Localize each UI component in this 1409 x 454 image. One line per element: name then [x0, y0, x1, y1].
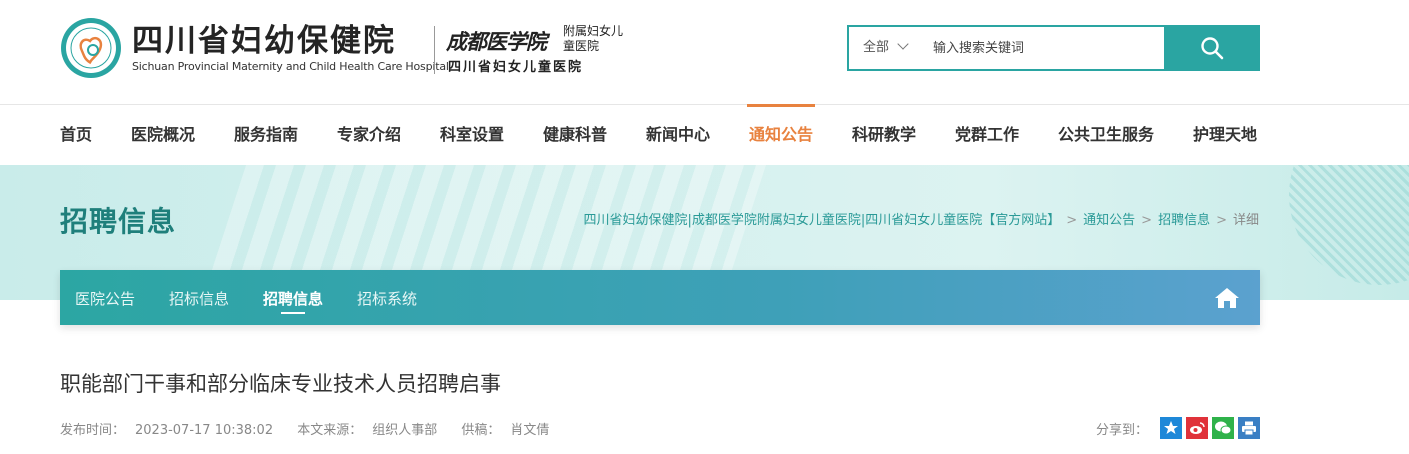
publish-time-label: 发布时间：	[60, 423, 126, 438]
main-nav: 首页 医院概况 服务指南 专家介绍 科室设置 健康科普 新闻中心 通知公告 科研…	[0, 104, 1409, 165]
logo-divider	[434, 26, 435, 74]
sub-nav: 医院公告 招标信息 招聘信息 招标系统	[60, 270, 1260, 325]
nav-item-nursing[interactable]: 护理天地	[1193, 105, 1257, 165]
share-bar: 分享到：	[1096, 416, 1260, 440]
source-value: 组织人事部	[372, 423, 438, 438]
search-scope-label: 全部	[863, 40, 890, 55]
home-icon	[1215, 288, 1239, 308]
author-label: 供稿：	[461, 423, 501, 438]
nav-item-departments[interactable]: 科室设置	[440, 105, 504, 165]
share-qzone-button[interactable]	[1160, 417, 1182, 439]
banner-pattern-graphic	[1289, 165, 1409, 285]
nav-item-notices[interactable]: 通知公告	[746, 104, 816, 165]
hospital-name-cn: 四川省妇幼保健院	[132, 23, 396, 59]
nav-item-overview[interactable]: 医院概况	[131, 105, 195, 165]
publish-time-value: 2023-07-17 10:38:02	[135, 423, 274, 438]
wechat-icon	[1215, 421, 1232, 435]
article-title: 职能部门干事和部分临床专业技术人员招聘启事	[60, 372, 501, 396]
article-meta: 发布时间： 2023-07-17 10:38:02 本文来源： 组织人事部 供稿： 肖…	[60, 419, 569, 438]
author-value: 肖文倩	[510, 423, 550, 438]
subnav-item-recruitment[interactable]: 招聘信息	[263, 270, 323, 325]
article-source: 本文来源： 组织人事部	[297, 423, 447, 438]
source-label: 本文来源：	[297, 423, 363, 438]
hospital-name-en: Sichuan Provincial Maternity and Child H…	[132, 60, 449, 73]
home-button[interactable]	[1214, 286, 1240, 310]
hospital-logo[interactable]: 四川省妇幼保健院 Sichuan Provincial Maternity an…	[60, 14, 624, 84]
breadcrumb-site[interactable]: 四川省妇幼保健院|成都医学院附属妇女儿童医院|四川省妇女儿童医院【官方网站】	[583, 213, 1060, 228]
hospital-emblem-icon	[61, 18, 121, 78]
print-icon	[1242, 421, 1256, 436]
qzone-icon	[1164, 421, 1178, 434]
share-label: 分享到：	[1095, 422, 1148, 438]
share-wechat-button[interactable]	[1212, 417, 1234, 439]
print-button[interactable]	[1238, 417, 1260, 439]
page-title: 招聘信息	[60, 205, 177, 238]
nav-item-home[interactable]: 首页	[60, 105, 92, 165]
weibo-icon	[1190, 422, 1205, 434]
nav-item-party[interactable]: 党群工作	[955, 105, 1019, 165]
nav-item-service-guide[interactable]: 服务指南	[234, 105, 298, 165]
search-button[interactable]	[1164, 25, 1260, 71]
share-weibo-button[interactable]	[1186, 417, 1208, 439]
college-calligraphy: 成都医学院	[446, 29, 547, 54]
nav-item-public-health[interactable]: 公共卫生服务	[1058, 105, 1154, 165]
article-author: 供稿： 肖文倩	[461, 423, 559, 438]
nav-item-research[interactable]: 科研教学	[852, 105, 916, 165]
search-icon	[1201, 37, 1224, 60]
search-box: 全部	[847, 25, 1260, 71]
nav-item-health-science[interactable]: 健康科普	[543, 105, 607, 165]
nav-item-experts[interactable]: 专家介绍	[337, 105, 401, 165]
breadcrumb-recruitment[interactable]: 招聘信息	[1158, 213, 1210, 228]
search-scope-select[interactable]: 全部	[863, 27, 909, 69]
site-header: 四川省妇幼保健院 Sichuan Provincial Maternity an…	[0, 0, 1409, 104]
subnav-item-hospital-notice[interactable]: 医院公告	[75, 270, 135, 325]
chevron-down-icon	[897, 38, 909, 50]
subnav-item-bidding-system[interactable]: 招标系统	[357, 270, 417, 325]
hospital-sub-name: 四川省妇女儿童医院	[448, 60, 584, 75]
affiliation-text: 附属妇女儿童医院	[563, 24, 624, 53]
publish-time: 发布时间： 2023-07-17 10:38:02	[60, 423, 283, 438]
nav-item-news[interactable]: 新闻中心	[646, 105, 710, 165]
breadcrumb: 四川省妇幼保健院|成都医学院附属妇女儿童医院|四川省妇女儿童医院【官方网站】 > 通…	[583, 213, 1259, 228]
breadcrumb-notices[interactable]: 通知公告	[1083, 213, 1135, 228]
breadcrumb-current: 详细	[1232, 213, 1259, 228]
search-input[interactable]	[933, 33, 1161, 63]
subnav-item-bidding[interactable]: 招标信息	[169, 270, 229, 325]
